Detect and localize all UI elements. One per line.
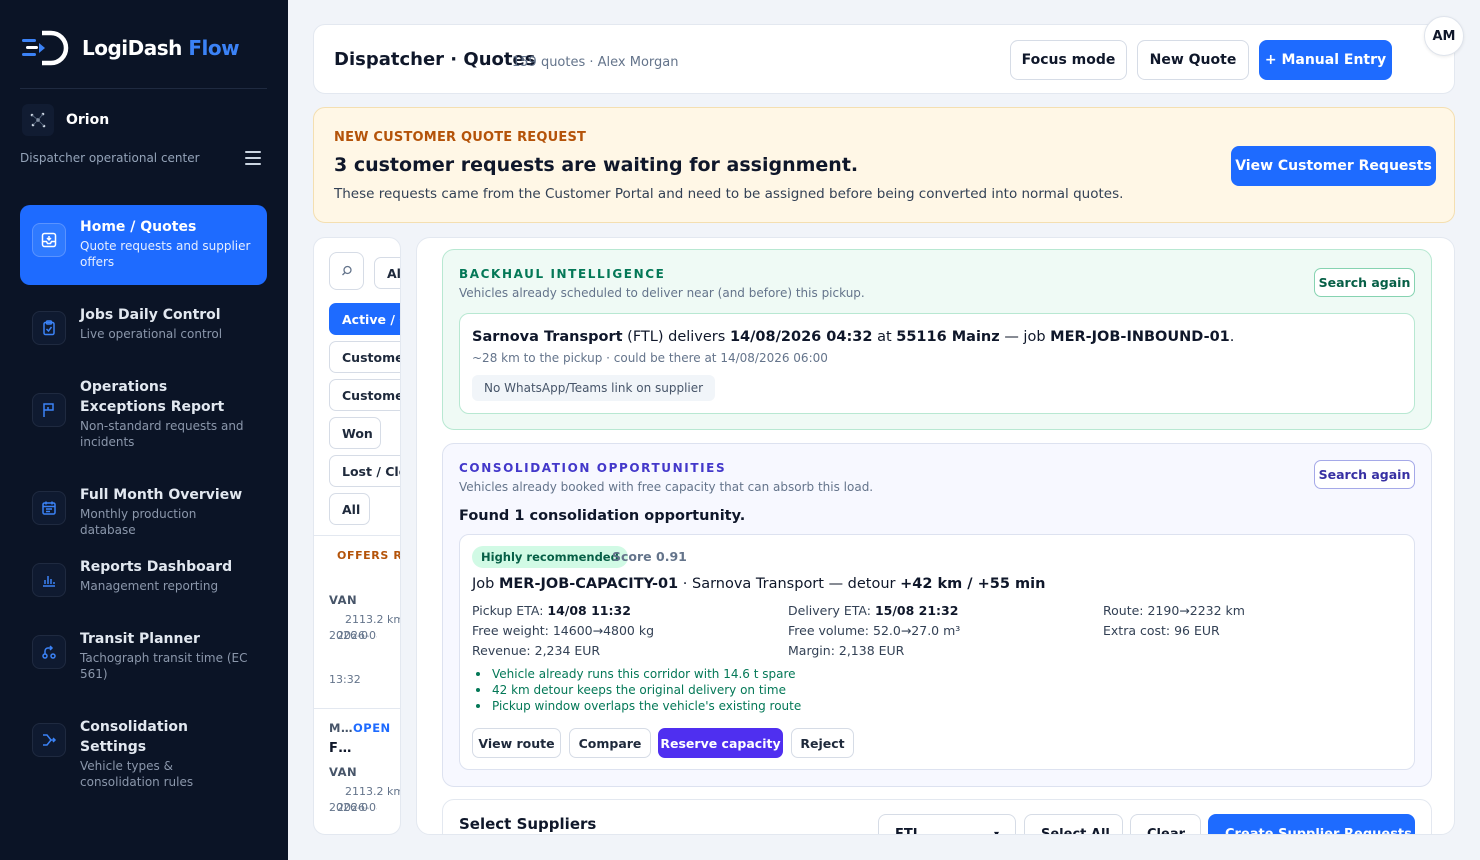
reason-list: Vehicle already runs this corridor with … — [472, 666, 801, 714]
backhaul-subtitle: Vehicles already scheduled to deliver ne… — [459, 286, 865, 300]
filters-divider — [314, 535, 400, 536]
hamburger-menu-icon[interactable] — [245, 151, 261, 165]
clear-button[interactable]: Clear — [1130, 814, 1201, 834]
filter-all[interactable]: All — [329, 493, 370, 525]
clipboard-icon — [32, 311, 66, 345]
delivery-eta: Delivery ETA: 15/08 21:32 — [788, 603, 959, 618]
quote-filters-panel: All Active / Open Customer Customer Won … — [313, 237, 401, 835]
consolidation-opportunity: Highly recommended Score 0.91 Job MER-JO… — [459, 534, 1415, 770]
constellation-icon — [22, 104, 54, 136]
select-all-button[interactable]: Select All — [1024, 814, 1123, 834]
compare-button[interactable]: Compare — [569, 728, 651, 758]
free-weight: Free weight: 14600→4800 kg — [472, 623, 655, 638]
select-suppliers-card: Select Suppliers FTL ▾ Select All Clear … — [442, 799, 1432, 835]
logo-mark-icon — [22, 30, 72, 66]
offer-time: 13:32 — [329, 673, 361, 686]
reason-item: Vehicle already runs this corridor with … — [472, 666, 801, 682]
user-avatar[interactable]: AM — [1424, 16, 1464, 56]
offer-status-badge: OPEN — [353, 721, 391, 735]
page-header: Dispatcher · Quotes 159 quotes · Alex Mo… — [313, 24, 1455, 94]
sidebar-item-transit-planner[interactable]: Transit Planner Tachograph transit time (… — [20, 617, 267, 697]
backhaul-detail: ~28 km to the pickup · could be there at… — [472, 351, 828, 365]
offer-date-b-2: 2026-08-16 — [337, 801, 377, 814]
inbox-icon — [32, 223, 66, 257]
free-volume: Free volume: 52.0→27.0 m³ — [788, 623, 961, 638]
sidebar-divider — [20, 88, 267, 89]
view-customer-requests-button[interactable]: View Customer Requests — [1231, 146, 1436, 186]
offer-mode: M… — [329, 721, 353, 735]
vehicle-type-select[interactable]: FTL ▾ — [878, 814, 1016, 835]
consolidation-search-again-button[interactable]: Search again — [1314, 460, 1415, 489]
filter-all-top[interactable]: All — [374, 257, 400, 289]
offer-vehicle-type-2: VAN — [329, 765, 358, 779]
consolidation-eyebrow: CONSOLIDATION OPPORTUNITIES — [459, 461, 727, 475]
sidebar-item-operations-exceptions[interactable]: Operations Exceptions Report Non-standard… — [20, 365, 267, 465]
view-route-button[interactable]: View route — [472, 728, 561, 758]
route-icon — [32, 635, 66, 669]
chevron-down-icon: ▾ — [993, 828, 999, 835]
filter-won[interactable]: Won — [329, 417, 381, 449]
brand-logo[interactable]: LogiDash Flow — [22, 30, 240, 66]
consolidation-opportunities-card: CONSOLIDATION OPPORTUNITIES Vehicles alr… — [442, 443, 1432, 787]
revenue: Revenue: 2,234 EUR — [472, 643, 601, 658]
recommendation-badge: Highly recommended — [472, 546, 628, 568]
calendar-icon — [32, 491, 66, 525]
page-title: Dispatcher · Quotes — [334, 49, 536, 70]
offer-distance-2: 2113.2 km — [345, 785, 401, 798]
page-meta: 159 quotes · Alex Morgan — [512, 55, 679, 70]
margin: Margin: 2,138 EUR — [788, 643, 905, 658]
offers-divider — [314, 708, 400, 709]
backhaul-search-again-button[interactable]: Search again — [1314, 268, 1415, 297]
manual-entry-button[interactable]: + Manual Entry — [1259, 40, 1392, 80]
focus-mode-button[interactable]: Focus mode — [1010, 40, 1127, 80]
backhaul-match: Sarnova Transport (FTL) delivers 14/08/2… — [459, 313, 1415, 414]
consolidation-found-count: Found 1 consolidation opportunity. — [459, 508, 746, 524]
backhaul-intelligence-card: BACKHAUL INTELLIGENCE Vehicles already s… — [442, 249, 1432, 430]
sidebar-item-reports-dashboard[interactable]: Reports Dashboard Management reporting — [20, 545, 267, 609]
extra-cost: Extra cost: 96 EUR — [1103, 623, 1220, 638]
sidebar-item-consolidation-settings[interactable]: Consolidation Settings Vehicle types & co… — [20, 705, 267, 789]
filter-customer-2[interactable]: Customer — [329, 379, 400, 411]
sidebar: LogiDash Flow Orion Dispatcher operation… — [0, 0, 288, 860]
brand-name: LogiDash Flow — [82, 36, 240, 60]
consolidation-subtitle: Vehicles already booked with free capaci… — [459, 480, 874, 494]
offer-vehicle-type: VAN — [329, 593, 358, 607]
org-switcher[interactable]: Orion — [22, 104, 109, 136]
offers-section-title: OFFERS RECEIVED — [337, 549, 400, 562]
route-distance: Route: 2190→2232 km — [1103, 603, 1245, 618]
quote-detail-panel: BACKHAUL INTELLIGENCE Vehicles already s… — [416, 237, 1455, 835]
new-quote-button[interactable]: New Quote — [1137, 40, 1249, 80]
sidebar-item-home-quotes[interactable]: Home / Quotes Quote requests and supplier… — [20, 205, 267, 285]
select-suppliers-title: Select Suppliers — [459, 815, 597, 833]
reserve-capacity-button[interactable]: Reserve capacity — [658, 728, 783, 758]
customer-request-banner: NEW CUSTOMER QUOTE REQUEST 3 customer re… — [313, 107, 1455, 223]
filter-customer-1[interactable]: Customer — [329, 341, 400, 373]
backhaul-summary: Sarnova Transport (FTL) delivers 14/08/2… — [472, 329, 1235, 345]
pickup-eta: Pickup ETA: 14/08 11:32 — [472, 603, 631, 618]
offer-name[interactable]: F… — [329, 741, 352, 756]
bar-chart-icon — [32, 563, 66, 597]
reject-button[interactable]: Reject — [791, 728, 854, 758]
banner-text: These requests came from the Customer Po… — [334, 186, 1124, 202]
reason-item: 42 km detour keeps the original delivery… — [472, 682, 801, 698]
banner-eyebrow: NEW CUSTOMER QUOTE REQUEST — [334, 130, 587, 145]
backhaul-eyebrow: BACKHAUL INTELLIGENCE — [459, 267, 666, 281]
merge-icon — [32, 723, 66, 757]
opportunity-job-line: Job MER-JOB-CAPACITY-01 · Sarnova Transp… — [472, 576, 1046, 592]
offer-date-b: 2026-08-16 — [337, 629, 377, 642]
sidebar-item-jobs-daily-control[interactable]: Jobs Daily Control Live operational contr… — [20, 293, 267, 357]
no-contact-link-tag: No WhatsApp/Teams link on supplier — [472, 375, 716, 401]
filter-lost-closed[interactable]: Lost / Closed — [329, 455, 400, 487]
banner-title: 3 customer requests are waiting for assi… — [334, 154, 859, 176]
org-subtitle: Dispatcher operational center — [20, 151, 200, 165]
filter-active-open[interactable]: Active / Open — [329, 303, 400, 335]
org-name: Orion — [66, 112, 110, 128]
create-supplier-requests-button[interactable]: Create Supplier Requests — [1208, 814, 1415, 834]
offer-distance: 2113.2 km — [345, 613, 401, 626]
flag-icon — [32, 393, 66, 427]
opportunity-score: Score 0.91 — [612, 549, 687, 564]
sidebar-item-full-month-overview[interactable]: Full Month Overview Monthly production da… — [20, 473, 267, 537]
reason-item: Pickup window overlaps the vehicle's exi… — [472, 698, 801, 714]
search-icon[interactable] — [329, 252, 364, 290]
